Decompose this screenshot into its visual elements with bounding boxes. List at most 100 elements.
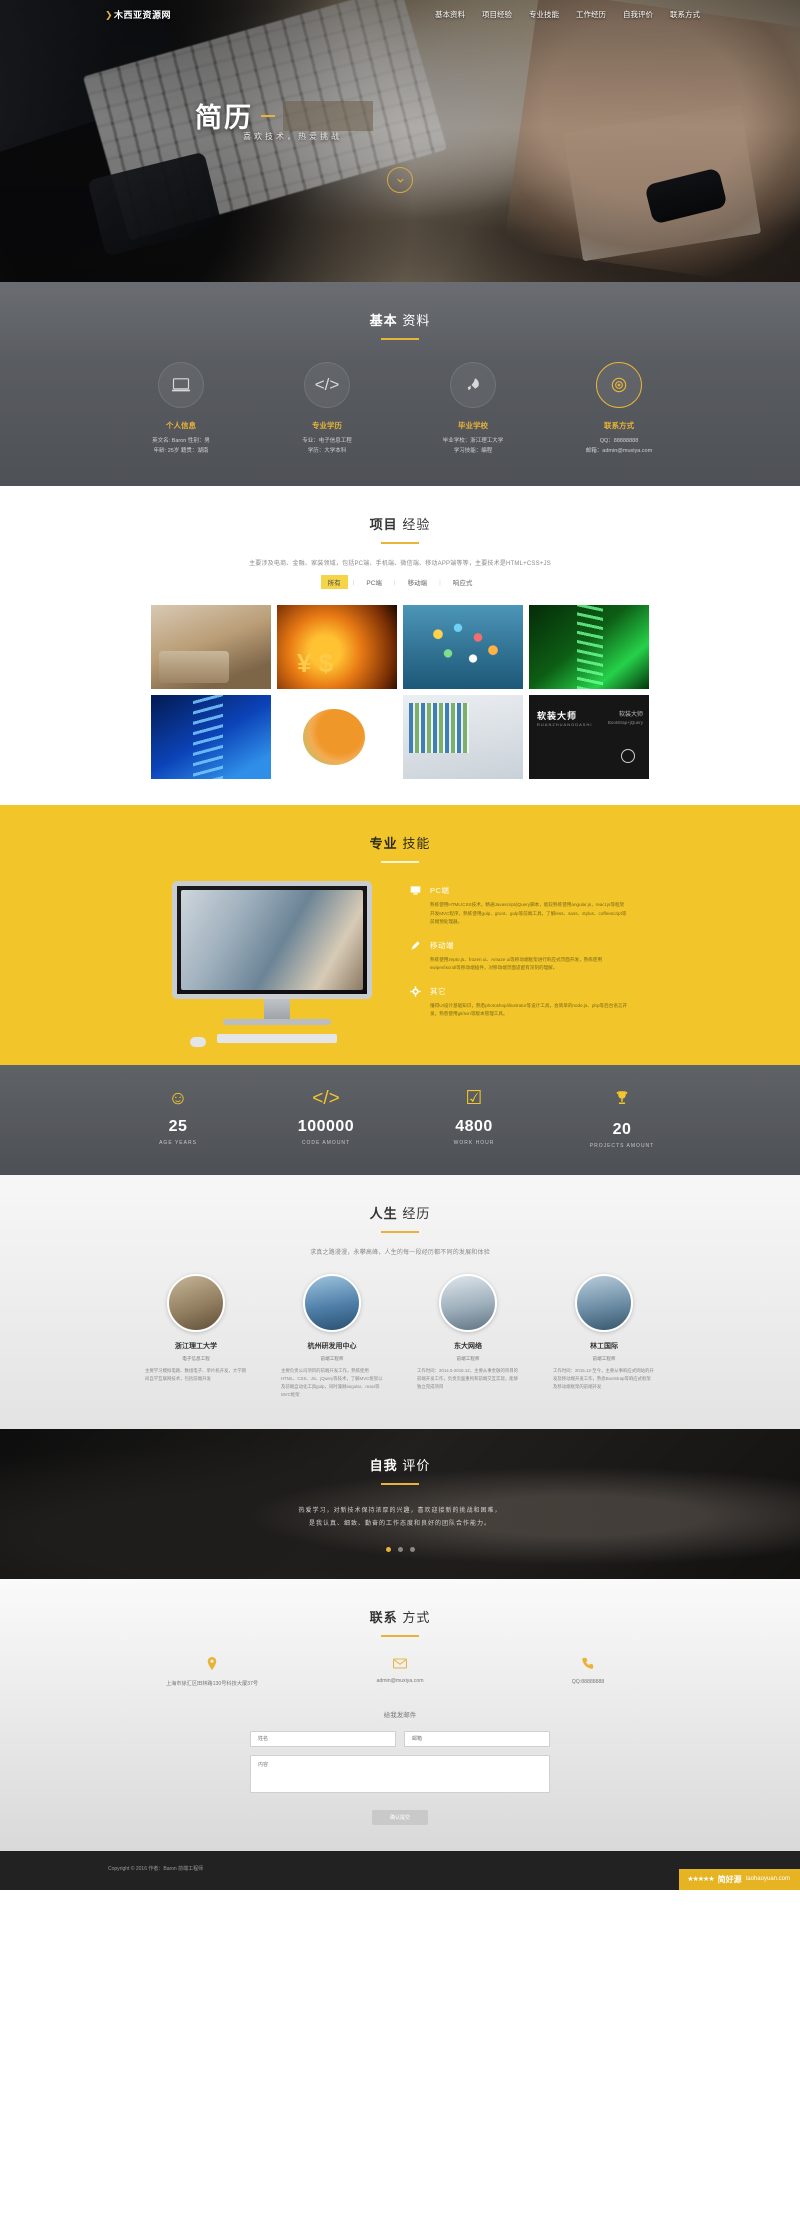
mobile-icon [408, 940, 422, 973]
life-card-name: 东大网络 [454, 1343, 482, 1351]
skills-title: 专业 技能 [0, 833, 800, 852]
project-tile-finance[interactable] [277, 605, 397, 690]
contact-items: 上海市徐汇区田林路130号科技大厦37号 admin@muxiya.com QQ… [0, 1656, 800, 1687]
stat-age: ☺ 25 AGE YEARS [126, 1089, 230, 1149]
scroll-down-icon[interactable] [387, 167, 413, 193]
life-card-eastchina[interactable]: 东大网络 前端工程师 工作时间：2014.5-2015.12，主要从事金融的项目… [413, 1274, 523, 1399]
contact-email: admin@muxiya.com [325, 1657, 475, 1687]
imac-keyboard [217, 1034, 337, 1044]
carousel-dot-1[interactable] [385, 1547, 391, 1553]
stat-label: CODE AMOUNT [301, 1140, 351, 1147]
imac-screen [172, 881, 372, 1000]
life-card-university[interactable]: 浙江理工大学 电子信息工程 主要学习模拟电路、数组电子、单片机开发，大学期间自学… [141, 1274, 251, 1399]
gear-glyph [409, 986, 421, 997]
laptop-glyph [171, 377, 191, 391]
nav-item-basic[interactable]: 基本资料 [435, 9, 465, 20]
trophy-glyph [616, 1091, 628, 1105]
carousel-dot-2[interactable] [397, 1547, 403, 1553]
projects-filter-bar: 所有 | PC端 | 移动端 | 响应式 [0, 575, 800, 590]
nav-item-review[interactable]: 自我评价 [623, 9, 653, 20]
gear-icon [408, 986, 422, 1019]
university-photo [167, 1274, 225, 1333]
name-input[interactable] [250, 1730, 396, 1747]
search-icon[interactable] [621, 749, 635, 764]
message-textarea[interactable] [250, 1754, 550, 1793]
rocket-icon [450, 362, 496, 408]
carousel-dot-3[interactable] [409, 1547, 415, 1553]
contact-email-text: admin@muxiya.com [376, 1677, 424, 1684]
basic-card-personal[interactable]: 个人信息 英文名: Baron 性别：男 年龄: 25岁 籍贯：湖南 [123, 362, 239, 456]
linwang-photo [575, 1274, 633, 1333]
life-card-meta: 前端工程师 [592, 1356, 616, 1362]
filter-pc[interactable]: PC端 [359, 575, 389, 589]
hero-title-plate [283, 100, 373, 131]
skill-name: PC端 [430, 886, 450, 896]
filter-responsive[interactable]: 响应式 [446, 575, 480, 589]
laptop-icon [158, 362, 204, 408]
nav-item-contact[interactable]: 联系方式 [670, 9, 700, 20]
basic-card-line1: QQ：88888888 [599, 438, 639, 444]
life-card-name: 浙江理工大学 [175, 1343, 217, 1351]
mail-icon [325, 1657, 475, 1672]
desktop-glyph [410, 886, 420, 895]
imac-screen-content [181, 890, 363, 991]
projects-section: 项目 经验 主要涉及电商、金融、家装领域，包括PC端、手机端、微信端、移动APP… [0, 486, 800, 806]
contact-section: 联系 方式 上海市徐汇区田林路130号科技大厦37号 admin@muxiya.… [0, 1578, 800, 1851]
skills-body: PC端 熟练使用HTML/CSS技术，精通Javascript/jQuery脚本… [0, 881, 800, 1048]
skills-list: PC端 熟练使用HTML/CSS技术，精通Javascript/jQuery脚本… [408, 881, 628, 1043]
resume-page: ❯木西亚资源网 基本资料 项目经验 专业技能 工作经历 自我评价 联系方式 简历… [0, 0, 800, 1890]
life-experience-section: 人生 经历 求真之路漫漫，永攀高峰，人生的每一段经历都不同的发展和体验 浙江理工… [0, 1175, 800, 1429]
basic-title: 基本 资料 [0, 310, 800, 329]
tile-caption-sub: RUANZHUANGDASHI [537, 722, 593, 728]
mobile-glyph [410, 941, 420, 950]
project-tile-ued-design[interactable] [277, 695, 397, 780]
filter-mobile[interactable]: 移动端 [401, 575, 435, 589]
basic-title-light: 资料 [402, 313, 431, 328]
email-input[interactable] [404, 1730, 550, 1747]
skill-body: PC端 熟练使用HTML/CSS技术，精通Javascript/jQuery脚本… [430, 885, 628, 926]
star-rating-icon: ★★★★★ [687, 1876, 714, 1884]
basic-card-education[interactable]: </> 专业学历 专业：电子信息工程 学历：大学本科 [269, 362, 385, 456]
life-card-text: 工作时间：2014.5-2015.12，主要从事金融的项目的前端开发工作，负责页… [417, 1368, 519, 1390]
skill-body: 其它 懂得UI设计基础知识，熟悉photoshop/illustrator等设计… [430, 986, 628, 1019]
life-heading: 人生 经历 [0, 1175, 800, 1234]
hangzhou-photo [303, 1274, 361, 1333]
project-tile-dna-blue[interactable] [151, 695, 271, 780]
nav-item-experience[interactable]: 工作经历 [576, 9, 606, 20]
code-glyph: </> [314, 375, 340, 394]
basic-card-contact[interactable]: 联系方式 QQ：88888888 邮箱：admin@muxiya.com [561, 362, 677, 456]
contact-title-light: 方式 [402, 1609, 431, 1625]
basic-card-line2: 学习技能：编程 [453, 447, 493, 454]
project-tile-home-interior[interactable] [151, 605, 271, 690]
stat-value: 20 [612, 1121, 632, 1139]
filter-all[interactable]: 所有 [320, 575, 348, 590]
brand-label: 木西亚资源网 [114, 10, 172, 20]
site-brand[interactable]: ❯木西亚资源网 [105, 8, 171, 21]
eastchina-photo [439, 1274, 497, 1333]
stat-value: 100000 [297, 1118, 355, 1136]
projects-title-light: 经验 [402, 517, 431, 533]
life-card-meta: 电子信息工程 [182, 1356, 210, 1362]
submit-button[interactable]: 确认提交 [372, 1809, 428, 1825]
life-card-linwang[interactable]: 林工国际 前端工程师 工作时间：2015.12-至今，主要从事响应式网站的开发及… [549, 1274, 659, 1399]
life-card-hangzhou[interactable]: 杭州研发用中心 前端工程师 主要负责公司项目的前端开发工作，熟练使用HTML、C… [277, 1274, 387, 1399]
skill-item-mobile: 移动端 熟练使用zepto.js、frozen ui、Amaze ui等移动端框… [408, 940, 628, 973]
phone-glyph [582, 1657, 594, 1669]
skill-text: 熟练使用HTML/CSS技术，精通Javascript/jQuery脚本，能较熟… [430, 902, 627, 925]
contact-title-bold: 联系 [369, 1609, 398, 1625]
project-tile-dna-green[interactable] [529, 605, 649, 690]
badge-title: 简好源 [717, 1874, 742, 1884]
basic-card-school[interactable]: 毕业学校 毕业学校：浙江理工大学 学习技能：编程 [415, 362, 531, 456]
project-tile-soft-decoration[interactable]: 软装大师 RUANZHUANGDASHI 软装大师 Bootstrap+jQue… [529, 695, 649, 780]
nav-item-projects[interactable]: 项目经验 [482, 9, 512, 20]
contact-form: 给我发邮件 确认提交 [250, 1709, 550, 1825]
project-tile-social-network[interactable] [403, 605, 523, 690]
projects-grid: 软装大师 RUANZHUANGDASHI 软装大师 Bootstrap+jQue… [145, 605, 655, 780]
nav-item-skills[interactable]: 专业技能 [529, 9, 559, 20]
project-tile-bookshelf[interactable] [403, 695, 523, 780]
review-carousel-dots [0, 1547, 800, 1553]
watermark-badge[interactable]: ★★★★★ 简好源 taohaoyuan.com [679, 1868, 800, 1890]
life-card-name: 林工国际 [590, 1343, 618, 1351]
basic-title-bold: 基本 [369, 313, 398, 328]
check-icon: ☑ [465, 1088, 483, 1110]
